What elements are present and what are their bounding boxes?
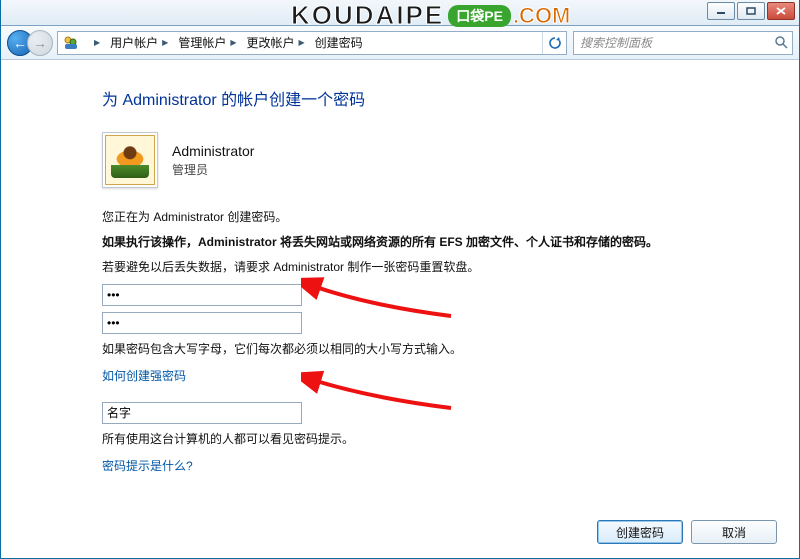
avatar xyxy=(102,132,158,188)
search-box[interactable] xyxy=(573,31,793,55)
address-bar[interactable]: ▶ 用户帐户▶ 管理帐户▶ 更改帐户▶ 创建密码 xyxy=(57,31,567,55)
close-icon xyxy=(776,7,786,15)
search-icon xyxy=(774,35,788,52)
breadcrumb-label: 更改帐户 xyxy=(247,34,295,51)
account-name: Administrator xyxy=(172,143,254,159)
password-hint-input[interactable] xyxy=(102,402,302,424)
hint-help-link[interactable]: 密码提示是什么? xyxy=(102,457,193,474)
title-bar xyxy=(1,0,799,26)
breadcrumb[interactable]: 用户帐户▶ xyxy=(104,31,172,55)
arrow-right-icon: → xyxy=(33,35,47,51)
account-header: Administrator 管理员 xyxy=(102,132,738,188)
arrow-left-icon: ← xyxy=(13,35,27,51)
footer-buttons: 创建密码 取消 xyxy=(597,520,777,544)
hint-note: 所有使用这台计算机的人都可以看见密码提示。 xyxy=(102,430,738,449)
breadcrumb-label: 创建密码 xyxy=(315,34,363,51)
breadcrumb[interactable]: 创建密码 xyxy=(309,31,367,55)
maximize-icon xyxy=(746,7,756,15)
forward-button[interactable]: → xyxy=(27,30,53,56)
button-label: 创建密码 xyxy=(616,524,664,541)
avatar-flower-icon xyxy=(105,135,155,185)
refresh-icon xyxy=(548,36,562,50)
window-frame: KOUDAIPE 口袋PE .COM ← → ▶ 用户帐户▶ 管理帐户▶ 更改帐… xyxy=(0,0,800,559)
cancel-button[interactable]: 取消 xyxy=(691,520,777,544)
new-password-input[interactable] xyxy=(102,284,302,306)
maximize-button[interactable] xyxy=(737,2,765,20)
page-body: 为 Administrator 的帐户创建一个密码 Administrator … xyxy=(2,60,798,510)
search-input[interactable] xyxy=(574,32,792,54)
minimize-icon xyxy=(716,7,726,15)
caps-note: 如果密码包含大写字母，它们每次都必须以相同的大小写方式输入。 xyxy=(102,340,738,359)
nav-bar: ← → ▶ 用户帐户▶ 管理帐户▶ 更改帐户▶ 创建密码 xyxy=(1,26,799,60)
refresh-button[interactable] xyxy=(542,32,566,54)
info-line: 若要避免以后丢失数据，请要求 Administrator 制作一张密码重置软盘。 xyxy=(102,258,738,277)
confirm-password-input[interactable] xyxy=(102,312,302,334)
info-line: 您正在为 Administrator 创建密码。 xyxy=(102,208,738,227)
breadcrumb[interactable]: 管理帐户▶ xyxy=(172,31,240,55)
warning-line: 如果执行该操作，Administrator 将丢失网站或网络资源的所有 EFS … xyxy=(102,233,738,252)
strong-password-link[interactable]: 如何创建强密码 xyxy=(102,367,186,384)
account-role: 管理员 xyxy=(172,161,254,178)
close-button[interactable] xyxy=(767,2,795,20)
breadcrumb[interactable]: ▶ xyxy=(84,31,104,55)
nav-back-forward: ← → xyxy=(7,30,51,56)
minimize-button[interactable] xyxy=(707,2,735,20)
create-password-button[interactable]: 创建密码 xyxy=(597,520,683,544)
breadcrumb-label: 管理帐户 xyxy=(178,34,226,51)
page-title: 为 Administrator 的帐户创建一个密码 xyxy=(102,86,738,110)
breadcrumb[interactable]: 更改帐户▶ xyxy=(241,31,309,55)
button-label: 取消 xyxy=(722,524,746,541)
user-accounts-icon xyxy=(60,32,82,54)
breadcrumb-label: 用户帐户 xyxy=(110,34,158,51)
